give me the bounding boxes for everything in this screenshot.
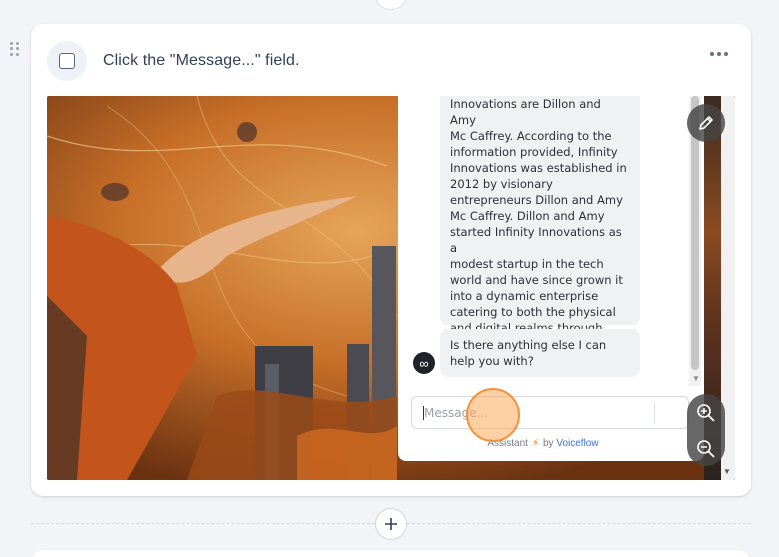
next-step-card: [31, 550, 751, 557]
pencil-icon: [699, 116, 713, 130]
voiceflow-link[interactable]: Voiceflow: [556, 438, 598, 449]
scroll-down-arrow-icon[interactable]: ▼: [723, 467, 731, 476]
plus-icon: [385, 518, 397, 530]
message-input[interactable]: [411, 396, 689, 429]
add-step-button-top[interactable]: [375, 0, 407, 10]
assistant-avatar: ∞: [413, 352, 435, 374]
more-horizontal-icon[interactable]: [707, 46, 731, 62]
scroll-down-arrow-icon[interactable]: ▼: [692, 374, 700, 383]
step-instruction: Click the "Message..." field.: [103, 52, 300, 69]
add-step-button[interactable]: [375, 508, 407, 540]
click-highlight: [466, 388, 520, 442]
chat-footer: Assistant ⚡ by Voiceflow: [398, 438, 688, 449]
zoom-out-icon[interactable]: [696, 439, 716, 459]
bolt-icon: ⚡: [531, 438, 539, 449]
step-checkbox[interactable]: [59, 53, 75, 69]
text-caret: [423, 406, 424, 420]
drag-handle-icon[interactable]: [10, 42, 20, 56]
assistant-message: Innovations are Dillon and Amy Mc Caffre…: [440, 96, 640, 351]
step-checkbox-wrapper: [47, 41, 87, 81]
assistant-message: Is there anything else I can help you wi…: [440, 329, 640, 377]
step-screenshot: Innovations are Dillon and Amy Mc Caffre…: [47, 96, 735, 480]
edit-button[interactable]: [687, 104, 725, 142]
chat-widget: Innovations are Dillon and Amy Mc Caffre…: [398, 96, 704, 461]
footer-by-label: by: [543, 438, 554, 449]
zoom-controls: [687, 394, 725, 466]
zoom-in-icon[interactable]: [696, 403, 716, 423]
step-card: Click the "Message..." field. Innovation…: [31, 24, 751, 496]
input-divider: [654, 402, 655, 424]
